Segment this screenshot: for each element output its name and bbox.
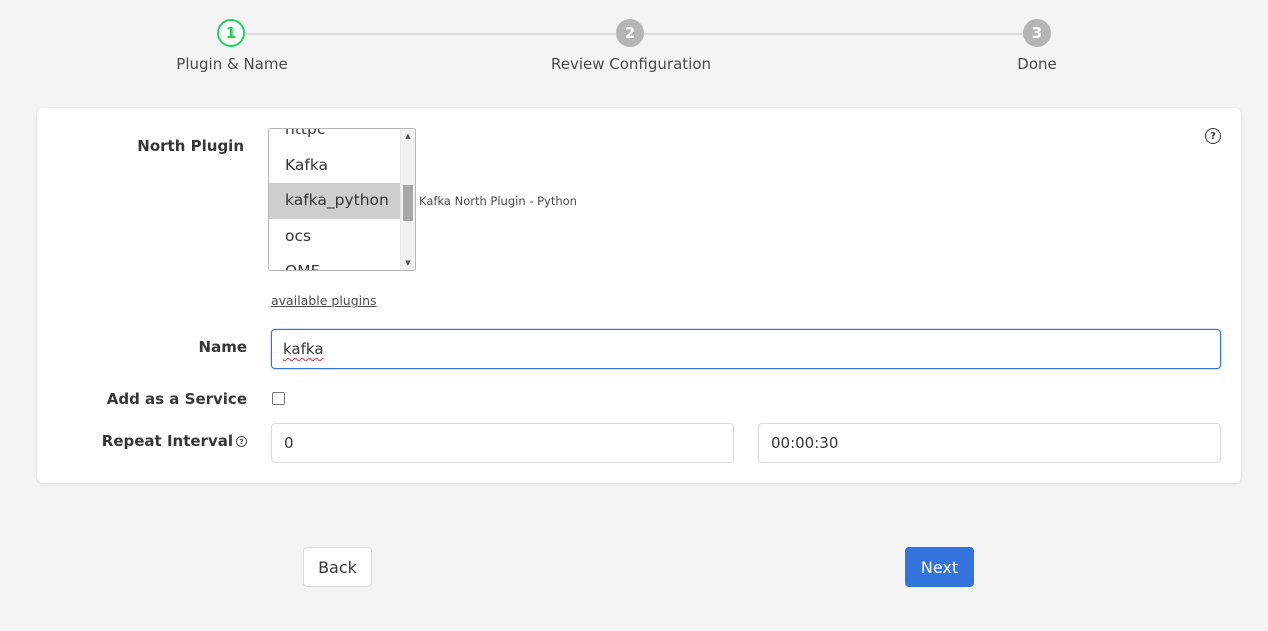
plugin-option-kafka[interactable]: Kafka [269,148,401,184]
step-connector [644,33,1023,35]
step-2-circle: 2 [616,19,644,47]
repeat-interval-label: Repeat Interval? [102,432,247,450]
add-as-service-checkbox[interactable] [272,392,285,405]
name-input[interactable]: kafka [271,329,1221,369]
plugin-option-ocs[interactable]: ocs [269,219,401,255]
step-connector [246,33,616,35]
back-button[interactable]: Back [303,547,372,587]
question-circle-icon[interactable]: ? [236,436,247,447]
next-button[interactable]: Next [905,547,974,587]
step-1-label: Plugin & Name [176,55,288,73]
step-1-circle: 1 [217,19,245,47]
plugin-option-httpc[interactable]: httpc [269,129,401,148]
step-3-label: Done [1017,55,1057,73]
available-plugins-link[interactable]: available plugins [271,293,377,308]
north-plugin-listbox[interactable]: httpc Kafka kafka_python ocs OMF ▲ ▼ [268,128,416,271]
question-circle-icon[interactable]: ? [1205,128,1221,144]
scroll-thumb[interactable] [403,185,413,221]
repeat-interval-text: Repeat Interval [101,432,233,450]
scroll-up-arrow-icon[interactable]: ▲ [401,129,415,143]
scroll-down-arrow-icon[interactable]: ▼ [401,256,415,270]
add-as-service-label: Add as a Service [106,390,247,408]
wizard-stepper: 1 Plugin & Name 2 Review Configuration 3… [0,0,1268,90]
repeat-interval-time-input[interactable] [758,423,1221,463]
north-plugin-label: North Plugin [137,137,244,155]
step-3-circle: 3 [1023,19,1051,47]
listbox-scrollbar[interactable]: ▲ ▼ [400,129,415,270]
plugin-description: Kafka North Plugin - Python [419,194,577,208]
name-input-value: kafka [283,340,324,358]
plugin-option-omf[interactable]: OMF [269,254,401,270]
plugin-options: httpc Kafka kafka_python ocs OMF [269,129,401,270]
name-label: Name [198,338,247,356]
plugin-form-card: ? North Plugin httpc Kafka kafka_python … [37,108,1241,483]
repeat-interval-days-input[interactable] [271,423,734,463]
plugin-option-kafka-python[interactable]: kafka_python [269,183,401,219]
step-2-label: Review Configuration [550,55,712,73]
